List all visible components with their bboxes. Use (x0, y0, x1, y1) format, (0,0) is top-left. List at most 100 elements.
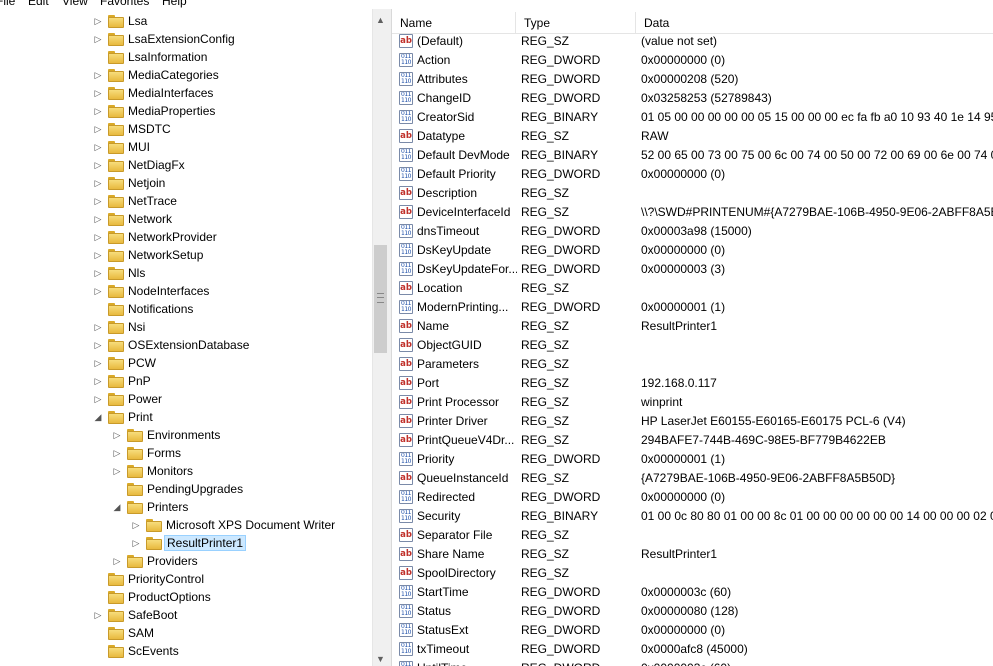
tree-item[interactable]: ▷ PCW (0, 354, 372, 372)
tree-item[interactable]: ▷ Monitors (0, 462, 372, 480)
tree-item[interactable]: ▷ NetDiagFx (0, 156, 372, 174)
tree-item[interactable]: ▷ MSDTC (0, 120, 372, 138)
collapsed-arrow-icon[interactable]: ▷ (93, 339, 103, 351)
tree-item[interactable]: ▷ Lsa (0, 12, 372, 30)
tree-item[interactable]: ▷ Nsi (0, 318, 372, 336)
tree-item-label[interactable]: LsaExtensionConfig (126, 32, 237, 46)
scroll-up-arrow-icon[interactable]: ▲ (373, 13, 388, 27)
collapsed-arrow-icon[interactable]: ▷ (93, 231, 103, 243)
tree-item[interactable]: ▷ Forms (0, 444, 372, 462)
value-row[interactable]: 011 110 DsKeyUpdate REG_DWORD 0x00000000 (0… (392, 241, 993, 260)
tree-item-label[interactable]: NetworkSetup (126, 248, 205, 262)
collapsed-arrow-icon[interactable]: ▷ (93, 285, 103, 297)
tree-item[interactable]: Notifications (0, 300, 372, 318)
tree-item-label-selected[interactable]: ResultPrinter1 (164, 535, 247, 551)
tree-item[interactable]: ▷ OSExtensionDatabase (0, 336, 372, 354)
collapsed-arrow-icon[interactable]: ▷ (93, 177, 103, 189)
value-row[interactable]: ab QueueInstanceId REG_SZ {A7279BAE-106B-49… (392, 469, 993, 488)
tree-vertical-scrollbar[interactable]: ▲ ▼ (372, 9, 387, 666)
collapsed-arrow-icon[interactable]: ▷ (93, 375, 103, 387)
tree-item-label[interactable]: ScEvents (126, 644, 181, 658)
tree-item[interactable]: ▷ ResultPrinter1 (0, 534, 372, 552)
value-row[interactable]: ab ObjectGUID REG_SZ (392, 336, 993, 355)
collapsed-arrow-icon[interactable]: ▷ (131, 519, 141, 531)
tree-item[interactable]: SAM (0, 624, 372, 642)
collapsed-arrow-icon[interactable]: ▷ (93, 33, 103, 45)
collapsed-arrow-icon[interactable]: ▷ (93, 357, 103, 369)
tree-item-label[interactable]: SafeBoot (126, 608, 179, 622)
tree-item-label[interactable]: Print (126, 410, 155, 424)
tree-item-label[interactable]: Microsoft XPS Document Writer (164, 518, 337, 532)
collapsed-arrow-icon[interactable]: ▷ (93, 267, 103, 279)
collapsed-arrow-icon[interactable]: ▷ (112, 447, 122, 459)
value-row[interactable]: ab Datatype REG_SZ RAW (392, 127, 993, 146)
tree-item[interactable]: ▷ MediaProperties (0, 102, 372, 120)
expanded-arrow-icon[interactable]: ◢ (112, 501, 122, 513)
tree-item[interactable]: PriorityControl (0, 570, 372, 588)
value-row[interactable]: ab Name REG_SZ ResultPrinter1 (392, 317, 993, 336)
tree-item-label[interactable]: SAM (126, 626, 156, 640)
collapsed-arrow-icon[interactable]: ▷ (93, 15, 103, 27)
tree-item[interactable]: ScEvents (0, 642, 372, 660)
value-row[interactable]: 011 110 Status REG_DWORD 0x00000080 (128) (392, 602, 993, 621)
value-row[interactable]: ab Printer Driver REG_SZ HP LaserJet E60155… (392, 412, 993, 431)
tree-item[interactable]: ▷ Netjoin (0, 174, 372, 192)
collapsed-arrow-icon[interactable]: ▷ (93, 141, 103, 153)
value-row[interactable]: ab Parameters REG_SZ (392, 355, 993, 374)
tree-item-label[interactable]: MUI (126, 140, 152, 154)
column-header-data[interactable]: Data (636, 12, 993, 34)
tree-item-label[interactable]: Notifications (126, 302, 195, 316)
tree-item[interactable]: ▷ Nls (0, 264, 372, 282)
collapsed-arrow-icon[interactable]: ▷ (112, 555, 122, 567)
tree-item[interactable]: ▷ NetworkProvider (0, 228, 372, 246)
tree-item[interactable]: ◢ Printers (0, 498, 372, 516)
collapsed-arrow-icon[interactable]: ▷ (93, 69, 103, 81)
value-row[interactable]: ab SpoolDirectory REG_SZ (392, 564, 993, 583)
value-row[interactable]: 011 110 Priority REG_DWORD 0x00000001 (1) (392, 450, 993, 469)
value-row[interactable]: ab Share Name REG_SZ ResultPrinter1 (392, 545, 993, 564)
tree-item-label[interactable]: MediaProperties (126, 104, 217, 118)
value-row[interactable]: 011 110 Attributes REG_DWORD 0x00000208 (52… (392, 70, 993, 89)
tree-item[interactable]: ▷ NetworkSetup (0, 246, 372, 264)
column-header-name[interactable]: Name (392, 12, 516, 34)
collapsed-arrow-icon[interactable]: ▷ (93, 87, 103, 99)
menu-help[interactable]: Help (162, 0, 187, 8)
menu-favorites[interactable]: Favorites (100, 0, 149, 8)
menu-view[interactable]: View (62, 0, 88, 8)
collapsed-arrow-icon[interactable]: ▷ (93, 213, 103, 225)
tree-item[interactable]: ▷ LsaExtensionConfig (0, 30, 372, 48)
value-row[interactable]: ab Print Processor REG_SZ winprint (392, 393, 993, 412)
tree-item-label[interactable]: PriorityControl (126, 572, 206, 586)
tree-item-label[interactable]: NetTrace (126, 194, 179, 208)
value-row[interactable]: 011 110 txTimeout REG_DWORD 0x0000afc8 (450… (392, 640, 993, 659)
tree-item[interactable]: ▷ Power (0, 390, 372, 408)
value-row[interactable]: 011 110 Security REG_BINARY 01 00 0c 80 80 … (392, 507, 993, 526)
scroll-thumb[interactable] (374, 245, 387, 353)
tree-item[interactable]: ProductOptions (0, 588, 372, 606)
collapsed-arrow-icon[interactable]: ▷ (93, 393, 103, 405)
value-row[interactable]: ab Separator File REG_SZ (392, 526, 993, 545)
tree-item[interactable]: ▷ PnP (0, 372, 372, 390)
tree-item-label[interactable]: NetworkProvider (126, 230, 219, 244)
value-row[interactable]: 011 110 Redirected REG_DWORD 0x00000000 (0) (392, 488, 993, 507)
tree-item[interactable]: ▷ Network (0, 210, 372, 228)
tree-item-label[interactable]: Lsa (126, 14, 149, 28)
scroll-down-arrow-icon[interactable]: ▼ (373, 652, 388, 666)
value-row[interactable]: ab (Default) REG_SZ (value not set) (392, 32, 993, 51)
tree-item-label[interactable]: Monitors (145, 464, 195, 478)
value-row[interactable]: 011 110 dnsTimeout REG_DWORD 0x00003a98 (15… (392, 222, 993, 241)
tree-item-label[interactable]: Power (126, 392, 164, 406)
tree-item[interactable]: ▷ Providers (0, 552, 372, 570)
tree-item-label[interactable]: Nsi (126, 320, 147, 334)
collapsed-arrow-icon[interactable]: ▷ (93, 609, 103, 621)
tree-item-label[interactable]: Network (126, 212, 174, 226)
tree-item[interactable]: PendingUpgrades (0, 480, 372, 498)
tree-item-label[interactable]: LsaInformation (126, 50, 209, 64)
value-row[interactable]: 011 110 StartTime REG_DWORD 0x0000003c (60) (392, 583, 993, 602)
tree-item-label[interactable]: Nls (126, 266, 147, 280)
value-row[interactable]: 011 110 Default DevMode REG_BINARY 52 00 65… (392, 146, 993, 165)
tree-item-label[interactable]: NetDiagFx (126, 158, 187, 172)
tree-item-label[interactable]: Providers (145, 554, 200, 568)
tree-item[interactable]: ▷ MediaCategories (0, 66, 372, 84)
column-header-type[interactable]: Type (516, 12, 636, 34)
